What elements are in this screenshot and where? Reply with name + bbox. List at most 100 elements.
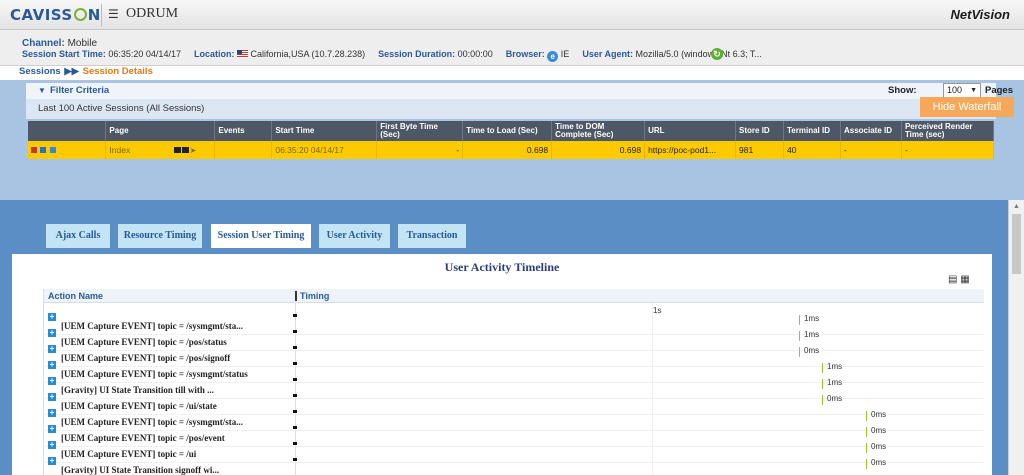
- col-header-terminal-id[interactable]: Terminal ID: [783, 121, 841, 141]
- start-marker: [293, 330, 297, 333]
- table-row[interactable]: Index ➤ 06:35:20 04/14/17 - 0.698 0.698 …: [28, 141, 995, 159]
- timing-bar: [866, 427, 867, 437]
- header-divider: [101, 4, 102, 26]
- duration-value: 00:00:00: [457, 49, 493, 59]
- action-name: [Gravity] UI State Transition signoff wi…: [61, 465, 220, 475]
- flag-icon[interactable]: [31, 147, 37, 153]
- col-header-store-id[interactable]: Store ID: [735, 121, 784, 141]
- table-row[interactable]: + [UEM Capture EVENT] topic = /ui 0ms: [44, 441, 984, 463]
- video-icon[interactable]: [49, 147, 56, 153]
- cell-page[interactable]: Index ➤: [105, 141, 216, 159]
- cell-dom-complete: 0.698: [551, 141, 646, 159]
- col-header-page[interactable]: Page: [105, 121, 216, 141]
- expand-icon[interactable]: +: [48, 361, 56, 369]
- action-name: [UEM Capture EVENT] topic = /ui: [61, 449, 197, 459]
- start-time-value: 06:35:20 04/14/17: [108, 49, 181, 59]
- timing-value: 0ms: [804, 346, 820, 355]
- start-marker: [293, 410, 297, 413]
- scroll-thumb[interactable]: [1012, 214, 1021, 274]
- cell-terminal-id: 40: [783, 141, 841, 159]
- expand-icon[interactable]: +: [48, 377, 56, 385]
- expand-icon[interactable]: +: [48, 313, 56, 321]
- list-icon[interactable]: [173, 147, 181, 153]
- tab-user-activity[interactable]: User Activity: [319, 224, 390, 248]
- tab-ajax-calls[interactable]: Ajax Calls: [46, 224, 110, 248]
- menu-icon[interactable]: ☰: [108, 7, 119, 21]
- col-header-first-byte[interactable]: First Byte Time (Sec): [376, 121, 464, 141]
- cell-url[interactable]: https://poc-pod1...: [644, 141, 737, 159]
- table-row[interactable]: + [UEM Capture EVENT] topic = /sysmgmt/st…: [44, 313, 984, 335]
- ie-browser-icon: e: [547, 51, 559, 62]
- brand-logo[interactable]: CAVISS N: [10, 6, 101, 24]
- breadcrumb: Sessions ▶▶ Session Details: [0, 66, 1024, 80]
- view-toggle: ▤ ▦: [948, 274, 970, 285]
- hide-waterfall-button[interactable]: Hide Waterfall: [920, 97, 1014, 117]
- dropdown-caret-icon: ▼: [970, 87, 977, 94]
- col-header-icons: [28, 121, 107, 141]
- timing-value: 1ms: [827, 362, 843, 371]
- start-time-label: Session Start Time:: [22, 49, 106, 59]
- page-link[interactable]: Index: [109, 145, 130, 155]
- expand-icon[interactable]: +: [48, 345, 56, 353]
- cell-render-time: -: [901, 141, 995, 159]
- filter-criteria-toggle[interactable]: Filter Criteria: [50, 85, 109, 96]
- action-name: [UEM Capture EVENT] topic = /pos/signoff: [61, 353, 231, 363]
- table-row[interactable]: + [Gravity] UI State Transition till with…: [44, 377, 984, 399]
- sessions-table: Page Events Start Time First Byte Time (…: [28, 121, 995, 159]
- page-scrollbar[interactable]: ▲: [1008, 200, 1024, 475]
- timing-value: 1ms: [827, 378, 843, 387]
- scroll-up-icon[interactable]: ▲: [1013, 203, 1020, 210]
- cell-events: [214, 141, 273, 159]
- col-header-dom-complete[interactable]: Time to DOM Complete (Sec): [551, 121, 646, 141]
- table-row[interactable]: + [Gravity] UI State Transition signoff w…: [44, 457, 984, 475]
- action-name: [UEM Capture EVENT] topic = /ui/state: [61, 401, 217, 411]
- timing-bar: [866, 443, 867, 453]
- col-header-render-time[interactable]: Perceived Render Time (sec): [901, 121, 995, 141]
- timing-bar: [866, 459, 867, 469]
- expand-icon[interactable]: +: [48, 425, 56, 433]
- timing-bar: [799, 331, 800, 341]
- tab-transaction[interactable]: Transaction: [398, 224, 466, 248]
- start-marker: [293, 314, 297, 317]
- timing-bar: [822, 379, 823, 389]
- table-row[interactable]: + [UEM Capture EVENT] topic = /pos/signof…: [44, 345, 984, 367]
- table-row[interactable]: + [UEM Capture EVENT] topic = /pos/event 0…: [44, 425, 984, 447]
- expand-icon[interactable]: +: [48, 329, 56, 337]
- expand-icon[interactable]: +: [48, 457, 56, 465]
- channel-value: Mobile: [67, 38, 98, 49]
- page-size-select[interactable]: 100 ▼: [943, 83, 981, 98]
- timing-bar: [822, 395, 823, 405]
- chart-view-icon[interactable]: ▤: [948, 274, 957, 285]
- device-icon[interactable]: [40, 147, 47, 153]
- collapse-triangle-icon[interactable]: ▼: [38, 86, 46, 95]
- cursor-icon[interactable]: ➤: [190, 146, 197, 155]
- col-header-associate-id[interactable]: Associate ID: [840, 121, 902, 141]
- refresh-icon[interactable]: ↻: [711, 48, 723, 60]
- timing-bar: [799, 315, 800, 325]
- col-header-load-time[interactable]: Time to Load (Sec): [462, 121, 553, 141]
- scale-label: 1s: [653, 306, 662, 315]
- timing-bar: [822, 363, 823, 373]
- col-header-start-time[interactable]: Start Time: [271, 121, 378, 141]
- table-view-icon[interactable]: ▦: [960, 274, 969, 285]
- session-details-line: Session Start Time: 06:35:20 04/14/17 Lo…: [22, 49, 762, 62]
- col-header-url[interactable]: URL: [644, 121, 737, 141]
- expand-icon[interactable]: +: [48, 393, 56, 401]
- tab-session-user-timing[interactable]: Session User Timing: [211, 224, 311, 248]
- timing-value: 0ms: [871, 442, 887, 451]
- timing-value: 0ms: [871, 458, 887, 467]
- table-row[interactable]: + [UEM Capture EVENT] topic = /sysmgmt/st…: [44, 409, 984, 431]
- netvision-title: NetVision: [950, 7, 1010, 22]
- table-row[interactable]: + [UEM Capture EVENT] topic = /pos/status…: [44, 329, 984, 351]
- image-icon[interactable]: [181, 147, 189, 153]
- breadcrumb-sessions[interactable]: Sessions: [19, 66, 61, 77]
- show-label: Show:: [888, 85, 917, 96]
- table-row[interactable]: + [UEM Capture EVENT] topic = /ui/state 0m…: [44, 393, 984, 415]
- expand-icon[interactable]: +: [48, 441, 56, 449]
- breadcrumb-current: Session Details: [82, 66, 153, 77]
- browser-value: IE: [560, 49, 570, 59]
- table-row[interactable]: + [UEM Capture EVENT] topic = /sysmgmt/st…: [44, 361, 984, 383]
- col-header-events[interactable]: Events: [214, 121, 273, 141]
- expand-icon[interactable]: +: [48, 409, 56, 417]
- tab-resource-timing[interactable]: Resource Timing: [118, 224, 202, 248]
